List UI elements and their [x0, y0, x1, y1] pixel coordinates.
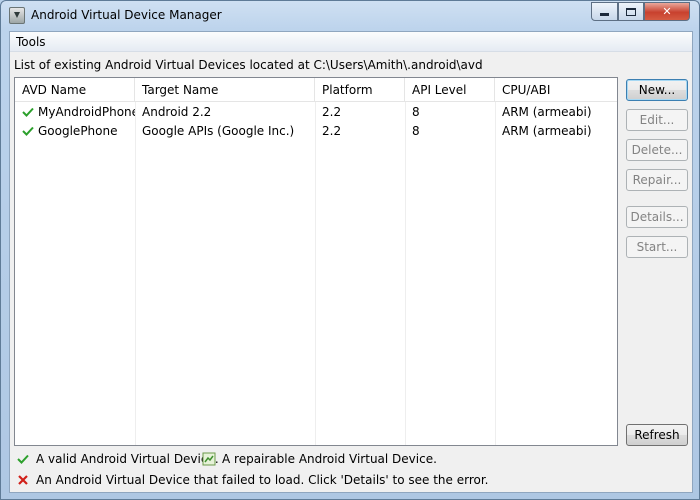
legend-failed-text: An Android Virtual Device that failed to… — [36, 473, 489, 487]
menu-tools[interactable]: Tools — [16, 35, 46, 49]
cell-cpu-abi: ARM (armeabi) — [502, 124, 592, 138]
close-button[interactable]: ✕ — [644, 2, 690, 21]
edit-button[interactable]: Edit... — [626, 109, 688, 131]
legend-valid: A valid Android Virtual Device. A repair… — [16, 451, 616, 467]
repairable-device-icon — [202, 452, 216, 466]
minimize-button[interactable] — [591, 2, 618, 21]
column-header-avd-name[interactable]: AVD Name — [15, 78, 135, 102]
column-header-target-name[interactable]: Target Name — [135, 78, 315, 102]
column-header-platform[interactable]: Platform — [315, 78, 405, 102]
avd-manager-window: Android Virtual Device Manager ✕ Tools L… — [0, 0, 700, 500]
cell-platform: 2.2 — [322, 124, 342, 138]
column-header-api-level[interactable]: API Level — [405, 78, 495, 102]
cell-api-level: 8 — [412, 124, 420, 138]
valid-check-icon — [17, 454, 29, 464]
refresh-button[interactable]: Refresh — [626, 424, 688, 446]
cell-api-level: 8 — [412, 105, 420, 119]
table-header: AVD Name Target Name Platform API Level … — [15, 78, 617, 102]
title-bar[interactable]: Android Virtual Device Manager ✕ — [1, 1, 699, 31]
maximize-icon — [626, 7, 636, 16]
table-row[interactable]: MyAndroidPhone Android 2.2 2.2 8 ARM (ar… — [15, 103, 617, 122]
column-divider — [315, 102, 316, 445]
legend-failed: An Android Virtual Device that failed to… — [16, 472, 656, 488]
details-button[interactable]: Details... — [626, 206, 688, 228]
repair-button[interactable]: Repair... — [626, 169, 688, 191]
cell-target-name: Android 2.2 — [142, 105, 212, 119]
delete-button[interactable]: Delete... — [626, 139, 688, 161]
legend-repairable-text: A repairable Android Virtual Device. — [222, 452, 437, 466]
new-button[interactable]: New... — [626, 79, 688, 101]
start-button[interactable]: Start... — [626, 236, 688, 258]
error-x-icon — [18, 475, 28, 485]
window-title: Android Virtual Device Manager — [31, 8, 222, 22]
column-header-cpu-abi[interactable]: CPU/ABI — [495, 78, 617, 102]
client-area: Tools List of existing Android Virtual D… — [9, 31, 693, 493]
column-divider — [135, 102, 136, 445]
column-divider — [405, 102, 406, 445]
close-icon: ✕ — [662, 5, 672, 18]
avd-table[interactable]: AVD Name Target Name Platform API Level … — [14, 77, 618, 446]
cell-avd-name: MyAndroidPhone — [38, 105, 135, 119]
cell-cpu-abi: ARM (armeabi) — [502, 105, 592, 119]
maximize-button[interactable] — [618, 2, 644, 21]
avd-location-label: List of existing Android Virtual Devices… — [14, 58, 483, 72]
cell-avd-name: GooglePhone — [38, 124, 118, 138]
column-divider — [495, 102, 496, 445]
legend-valid-text: A valid Android Virtual Device. — [36, 452, 219, 466]
minimize-icon — [600, 13, 609, 16]
android-sdk-app-icon — [9, 7, 25, 24]
table-row[interactable]: GooglePhone Google APIs (Google Inc.) 2.… — [15, 122, 617, 141]
menu-bar: Tools — [10, 32, 692, 52]
cell-target-name: Google APIs (Google Inc.) — [142, 124, 295, 138]
cell-platform: 2.2 — [322, 105, 342, 119]
